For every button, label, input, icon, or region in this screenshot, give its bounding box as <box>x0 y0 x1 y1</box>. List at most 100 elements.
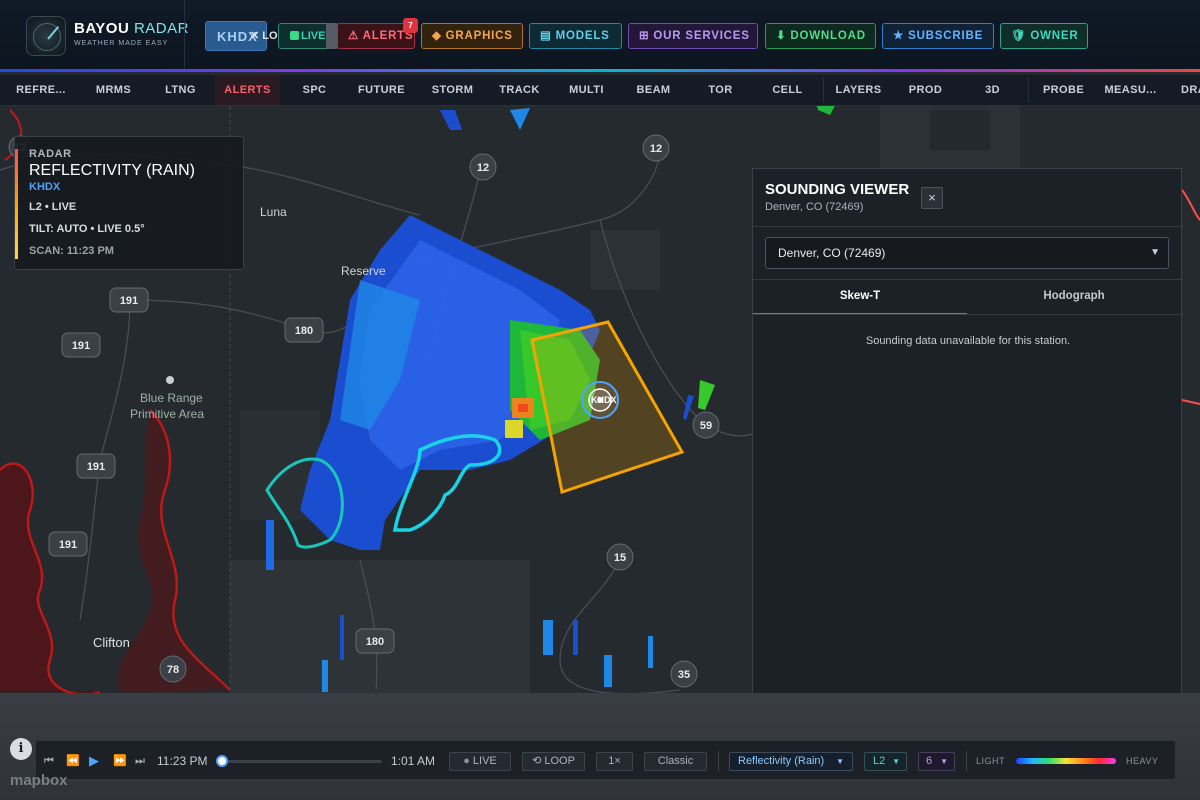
toolbar-item-measure[interactable]: MEASU... <box>1097 75 1164 105</box>
radar-tilt: TILT: AUTO • LIVE 0.5° <box>29 223 145 235</box>
route-shield: 59 <box>692 411 720 439</box>
toolbar-item-future[interactable]: FUTURE <box>348 75 415 105</box>
timeline-slider[interactable] <box>222 760 382 763</box>
toolbar-item-mrms[interactable]: MRMS <box>80 75 147 105</box>
step-forward-icon[interactable]: ⏩ <box>113 741 127 781</box>
step-back-icon[interactable]: ⏪ <box>66 741 80 781</box>
product-selector[interactable]: Reflectivity (Rain) ▼ <box>729 752 853 771</box>
legend-low-label: LIGHT <box>976 756 1006 766</box>
divider <box>966 751 967 771</box>
level-selector[interactable]: L2 ▼ <box>864 752 907 771</box>
toolbar-item-spc[interactable]: SPC <box>281 75 348 105</box>
toolbar-item-refresh[interactable]: REFRE... <box>6 75 76 105</box>
brand-tagline: WEATHER MADE EASY <box>74 40 169 47</box>
product-toolbar: REFRE... MRMS LTNG ALERTS SPC FUTURE STO… <box>0 75 1200 106</box>
svg-text:180: 180 <box>295 325 313 337</box>
graphics-button[interactable]: ◆ GRAPHICS <box>421 23 523 49</box>
radar-category: RADAR <box>29 148 72 160</box>
route-shield: 15 <box>606 543 634 571</box>
radar-logo-icon[interactable] <box>26 16 66 56</box>
playback-bar: ⏮ ⏪ ▶ ⏩ ⏭ 11:23 PM 1:01 AM ● LIVE ⟲ LOOP… <box>35 740 1176 780</box>
svg-text:12: 12 <box>650 143 662 155</box>
svg-text:191: 191 <box>59 539 77 551</box>
sounding-message: Sounding data unavailable for this stati… <box>865 335 1071 347</box>
toolbar-item-3d[interactable]: 3D <box>959 75 1026 105</box>
download-button[interactable]: ⬇ DOWNLOAD <box>765 23 876 49</box>
divider <box>718 751 719 771</box>
radar-mode: L2 • LIVE <box>29 201 77 213</box>
toolbar-item-tor[interactable]: TOR <box>687 75 754 105</box>
toolbar-item-ltng[interactable]: LTNG <box>147 75 214 105</box>
divider <box>753 279 1183 280</box>
svg-text:191: 191 <box>87 461 105 473</box>
subscribe-button[interactable]: ★ SUBSCRIBE <box>882 23 994 49</box>
brand-title[interactable]: BAYOU RADAR <box>74 20 189 37</box>
divider <box>753 226 1183 227</box>
live-toggle[interactable]: ● LIVE <box>449 752 511 771</box>
close-button[interactable]: × <box>921 187 943 209</box>
divider <box>753 314 1183 315</box>
radar-site-label[interactable]: KHDX <box>591 395 617 405</box>
route-shield: 191 <box>61 332 101 358</box>
alerts-count-badge: 7 <box>403 18 418 33</box>
tab-hodograph[interactable]: Hodograph <box>967 281 1181 315</box>
reflectivity-legend <box>1016 758 1116 764</box>
svg-text:78: 78 <box>167 664 179 676</box>
route-shield: 35 <box>670 660 698 688</box>
toolbar-item-multi[interactable]: MULTI <box>553 75 620 105</box>
mapbox-logo[interactable]: mapbox <box>10 772 68 789</box>
toolbar-item-track[interactable]: TRACK <box>486 75 553 105</box>
tab-skew-t[interactable]: Skew-T <box>753 281 967 315</box>
place-label: Blue Range <box>140 391 203 405</box>
toolbar-item-draw[interactable]: DRA <box>1166 75 1200 105</box>
route-shield: 191 <box>109 287 149 313</box>
radar-station[interactable]: KHDX <box>29 181 60 193</box>
sounding-title: SOUNDING VIEWER <box>765 181 910 198</box>
svg-text:12: 12 <box>477 162 489 174</box>
sounding-viewer-panel: SOUNDING VIEWER Denver, CO (72469) × Den… <box>752 168 1183 712</box>
svg-text:191: 191 <box>72 340 90 352</box>
route-shield: 191 <box>48 531 88 557</box>
speed-selector[interactable]: 1× <box>596 752 633 771</box>
loop-toggle[interactable]: ⟲ LOOP <box>522 752 585 771</box>
end-time: 1:01 AM <box>391 754 436 768</box>
toolbar-item-alerts[interactable]: ALERTS <box>215 75 280 105</box>
app-header: BAYOU RADAR WEATHER MADE EASY KHDX ✕ LOC… <box>0 0 1200 72</box>
route-shield: 78 <box>159 655 187 683</box>
svg-text:59: 59 <box>700 420 712 432</box>
svg-text:191: 191 <box>120 295 138 307</box>
tilt-selector[interactable]: 6 ▼ <box>918 752 955 771</box>
route-shield: 180 <box>284 317 324 343</box>
place-label: Luna <box>260 205 287 219</box>
place-label: Reserve <box>341 264 386 278</box>
toolbar-item-beam[interactable]: BEAM <box>620 75 687 105</box>
svg-text:35: 35 <box>678 669 690 681</box>
skip-to-end-icon[interactable]: ⏭ <box>135 741 145 781</box>
play-icon[interactable]: ▶ <box>89 741 99 781</box>
loop-icon: ⟲ <box>532 755 545 767</box>
owner-button[interactable]: 🛡 OWNER <box>1000 23 1088 49</box>
timeline-handle[interactable] <box>216 755 228 767</box>
toolbar-item-layers[interactable]: LAYERS <box>825 75 892 105</box>
route-shield: 12 <box>642 134 670 162</box>
style-selector[interactable]: Classic <box>644 752 707 771</box>
legend-high-label: HEAVY <box>1126 756 1159 766</box>
toolbar-divider <box>823 77 824 103</box>
our-services-button[interactable]: ⊞ OUR SERVICES <box>628 23 758 49</box>
radar-info-card: RADAR REFLECTIVITY (RAIN) KHDX L2 • LIVE… <box>14 136 244 270</box>
info-icon[interactable]: i <box>10 738 32 760</box>
live-status-icon <box>290 31 299 40</box>
svg-text:15: 15 <box>614 552 626 564</box>
route-shield: 12 <box>469 153 497 181</box>
toolbar-item-cell[interactable]: CELL <box>754 75 821 105</box>
header-divider <box>184 0 185 72</box>
toolbar-item-prod[interactable]: PROD <box>892 75 959 105</box>
sounding-subtitle: Denver, CO (72469) <box>765 201 864 213</box>
models-button[interactable]: ▤ MODELS <box>529 23 622 49</box>
toolbar-item-storm[interactable]: STORM <box>419 75 486 105</box>
sounding-station-select[interactable]: Denver, CO (72469) ▼ <box>765 237 1169 269</box>
start-time: 11:23 PM <box>157 754 208 768</box>
close-icon: ✕ <box>250 30 263 42</box>
route-shield: 191 <box>76 453 116 479</box>
toolbar-item-probe[interactable]: PROBE <box>1030 75 1097 105</box>
